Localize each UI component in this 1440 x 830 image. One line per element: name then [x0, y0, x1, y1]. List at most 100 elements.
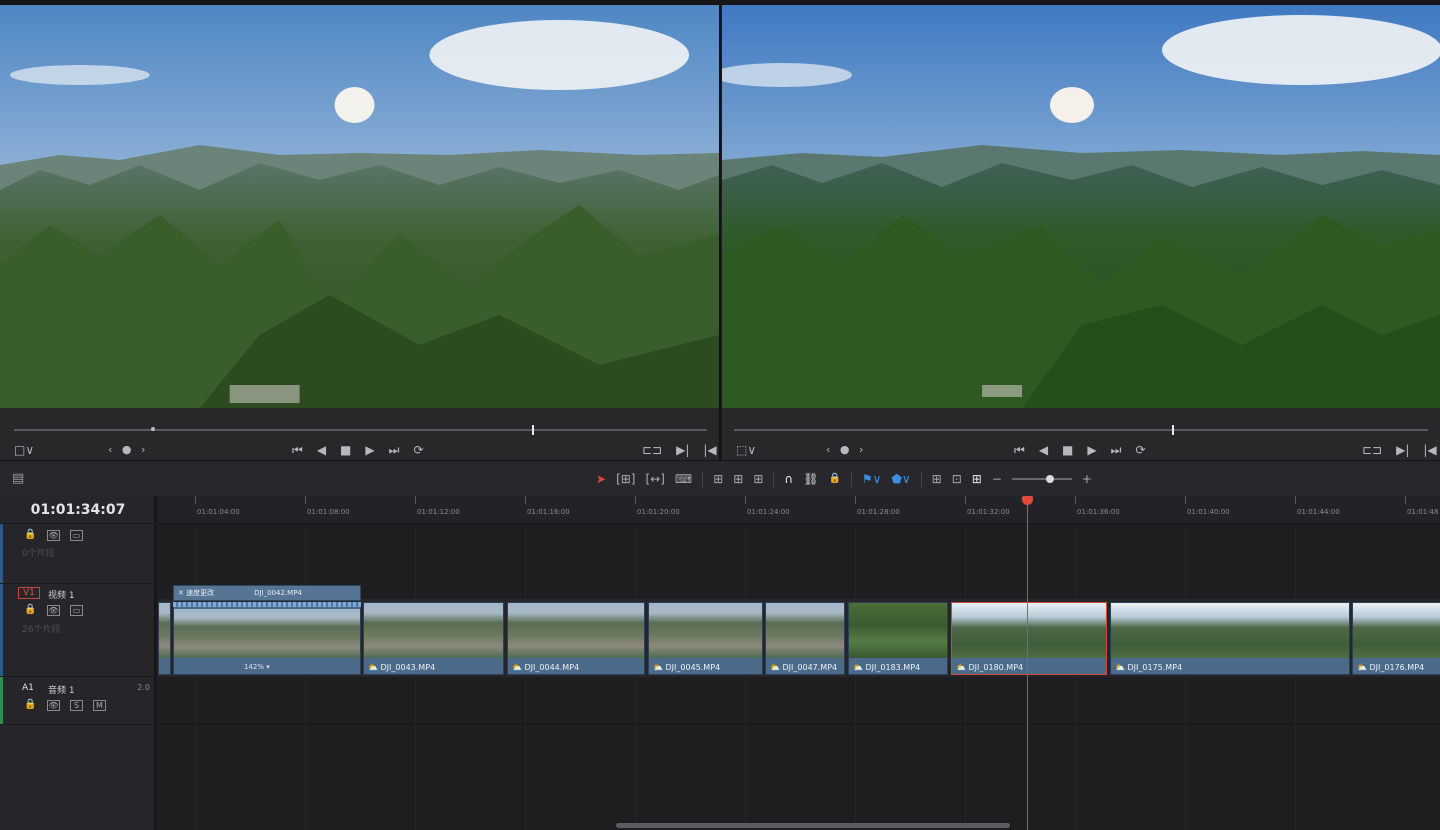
timeline-pager[interactable]: ‹ ● › [826, 442, 866, 458]
track-output-icon[interactable]: ▭ [70, 530, 83, 541]
track-header-v1[interactable]: V1 视频 1 🔒 👁 ▭ 26个片段 [0, 584, 156, 677]
mute-button[interactable]: M [93, 700, 106, 711]
enable-track-icon[interactable]: 👁 [47, 700, 60, 711]
play-icon[interactable]: ▶ [1087, 442, 1096, 458]
go-last-icon[interactable]: ⏭ [389, 442, 400, 458]
track-controls: 🔒 👁 S M [24, 700, 106, 711]
clip-thumbnail [849, 603, 947, 658]
timeline-ruler[interactable]: 01:01:04:00 01:01:08:00 01:01:12:00 01:0… [158, 496, 1440, 524]
clip-dji-0044[interactable]: ⛅ DJI_0044.MP4 [507, 602, 645, 675]
blade-tool-icon[interactable]: ⌨ [675, 471, 692, 487]
play-icon[interactable]: ▶ [365, 442, 374, 458]
go-last-icon[interactable]: ⏭ [1111, 442, 1122, 458]
track-output-icon[interactable]: ▭ [70, 605, 83, 616]
pager-dots[interactable]: ‹ ● › [108, 442, 148, 458]
track-name-a1[interactable]: 音频 1 [48, 683, 75, 696]
pager-dots[interactable]: ‹ ● › [826, 442, 866, 458]
clip-count: 0个片段 [22, 549, 55, 559]
zoom-out-icon[interactable]: − [992, 471, 1002, 487]
timeline-scrubber[interactable] [734, 425, 1428, 435]
track-id-a1[interactable]: A1 [18, 683, 38, 695]
track-header-empty[interactable]: 🔒 👁 ▭ 0个片段 [0, 524, 156, 584]
next-frame-icon[interactable]: ▶| [1396, 442, 1409, 458]
ruler-mark [1295, 496, 1296, 504]
zoom-slider-handle[interactable] [1045, 475, 1054, 483]
track-id-v1[interactable]: V1 [18, 587, 40, 599]
enable-track-icon[interactable]: 👁 [47, 605, 60, 616]
go-first-icon[interactable]: ⏮ [1014, 442, 1025, 458]
lock-track-icon[interactable]: 🔒 [24, 700, 37, 711]
timeline-timecode[interactable]: 01:01:34:07 [0, 496, 156, 524]
reverse-icon[interactable]: ◀ [317, 442, 326, 458]
aspect-menu-icon[interactable]: ⬚∨ [736, 442, 756, 458]
replace-clip-icon[interactable]: ⊞ [753, 471, 763, 487]
clip-label: ⛅ DJI_0045.MP4 [653, 663, 721, 672]
enable-track-icon[interactable]: 👁 [47, 530, 60, 541]
overwrite-clip-icon[interactable]: ⊞ [733, 471, 743, 487]
clip-dji-0042[interactable]: 142% ▾ [173, 602, 361, 675]
aspect-menu-icon[interactable]: □∨ [14, 442, 34, 458]
track-name-v1[interactable]: 视频 1 [48, 588, 75, 601]
insert-clip-icon[interactable]: ⊞ [713, 471, 723, 487]
reverse-icon[interactable]: ◀ [1039, 442, 1048, 458]
clip-dji-0180-selected[interactable]: ⛅ DJI_0180.MP4 [951, 602, 1107, 675]
source-pager[interactable]: ‹ ● › [108, 442, 148, 458]
zoom-custom-icon[interactable]: ⊞ [972, 471, 982, 487]
clip-dji-0045[interactable]: ⛅ DJI_0045.MP4 [648, 602, 763, 675]
clip-dji-0175[interactable]: ⛅ DJI_0175.MP4 [1110, 602, 1350, 675]
source-playhead[interactable] [532, 425, 534, 435]
ruler-label: 01:01:20:00 [637, 508, 680, 516]
timeline-horizontal-scrollbar[interactable] [616, 823, 1010, 828]
timeline-viewer-playhead[interactable] [1172, 425, 1174, 435]
fit-icon[interactable]: ⊏⊐ [1362, 442, 1382, 458]
linked-selection-icon[interactable]: ⛓ [803, 471, 818, 487]
trim-tool-icon[interactable]: [⊞] [616, 471, 635, 487]
dynamic-trim-icon[interactable]: [↔] [645, 471, 664, 487]
ruler-label: 01:01:32:00 [967, 508, 1010, 516]
clip-dji-0183[interactable]: ⛅ DJI_0183.MP4 [848, 602, 948, 675]
stop-icon[interactable]: ■ [340, 442, 351, 458]
speed-percent[interactable]: 142% ▾ [244, 663, 270, 671]
loop-icon[interactable]: ⟳ [1135, 442, 1145, 458]
next-frame-icon[interactable]: ▶| [676, 442, 689, 458]
zoom-in-icon[interactable]: + [1082, 471, 1092, 487]
track-controls: 🔒 👁 ▭ [24, 530, 83, 541]
clip-dji-0176[interactable]: ⛅ DJI_0176.MP4 [1352, 602, 1440, 675]
go-first-icon[interactable]: ⏮ [292, 442, 303, 458]
clip-dji-0047[interactable]: ⛅ DJI_0047.MP4 [765, 602, 845, 675]
lock-track-icon[interactable]: 🔒 [24, 605, 37, 616]
clip-label: ⛅ DJI_0175.MP4 [1115, 663, 1183, 672]
loop-icon[interactable]: ⟳ [413, 442, 423, 458]
zoom-detail-icon[interactable]: ⊡ [952, 471, 962, 487]
audio-track-lane[interactable] [158, 677, 1440, 725]
clip-dji-0043[interactable]: ⛅ DJI_0043.MP4 [363, 602, 504, 675]
prev-frame-icon[interactable]: |◀ [703, 442, 716, 458]
zoom-full-icon[interactable]: ⊞ [932, 471, 942, 487]
clip-label: ⛅ DJI_0180.MP4 [956, 663, 1024, 672]
clip-partial[interactable] [158, 602, 171, 675]
timeline-area[interactable]: 01:01:04:00 01:01:08:00 01:01:12:00 01:0… [158, 496, 1440, 830]
ruler-mark [965, 496, 966, 504]
timeline-frame-image[interactable] [722, 5, 1440, 408]
toolbar-divider [702, 471, 704, 487]
snapping-icon[interactable]: ∩ [784, 471, 793, 487]
stop-icon[interactable]: ■ [1062, 442, 1073, 458]
zoom-slider[interactable] [1011, 475, 1072, 483]
position-lock-icon[interactable]: 🔒 [828, 471, 840, 487]
lock-track-icon[interactable]: 🔒 [24, 530, 37, 541]
clip-name: DJI_0180.MP4 [968, 663, 1024, 672]
source-scrubber[interactable] [14, 425, 707, 435]
track-header-a1[interactable]: A1 音频 1 2.0 🔒 👁 S M [0, 677, 156, 725]
clip-count: 26个片段 [22, 625, 61, 635]
solo-button[interactable]: S [70, 700, 83, 711]
flag-icon[interactable]: ⚑∨ [862, 471, 882, 487]
close-icon[interactable]: ✕ [178, 589, 186, 597]
fit-icon[interactable]: ⊏⊐ [642, 442, 662, 458]
source-frame-image[interactable] [0, 5, 719, 408]
speed-change-clip-header[interactable]: ✕ 速度更改 DJI_0042.MP4 [173, 585, 361, 601]
prev-frame-icon[interactable]: |◀ [1423, 442, 1436, 458]
timeline-playhead[interactable] [1022, 496, 1033, 830]
marker-icon[interactable]: ⬟∨ [891, 471, 910, 487]
selection-tool-icon[interactable]: ➤ [596, 471, 606, 487]
timeline-layout-icon[interactable]: ▤ [12, 471, 24, 486]
